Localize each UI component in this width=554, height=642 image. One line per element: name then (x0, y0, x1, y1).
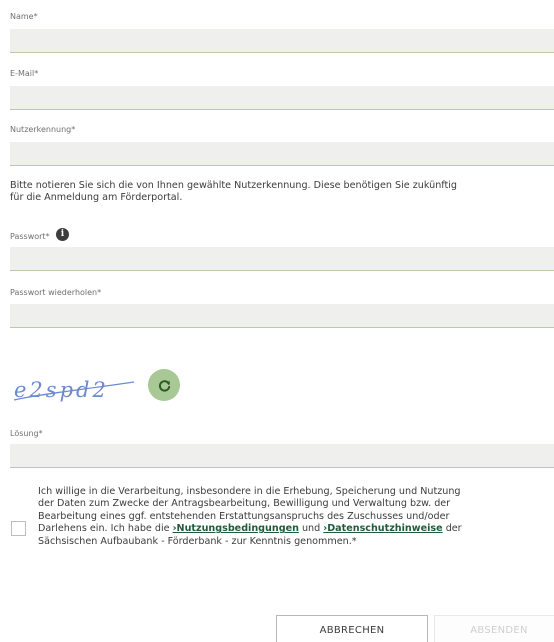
captcha-image: e2spd2 (13, 378, 135, 402)
info-icon[interactable]: i (56, 228, 69, 241)
consent-line4-middle: und (298, 523, 324, 535)
solution-label: Lösung* (10, 429, 43, 438)
username-hint-line1: Bitte notieren Sie sich die von Ihnen ge… (10, 180, 458, 191)
captcha-refresh-button[interactable] (148, 369, 180, 401)
username-label: Nutzerkennung* (10, 125, 76, 134)
username-hint-line2: für die Anmeldung am Förderportal. (10, 192, 183, 203)
consent-line1: Ich willige in die Verarbeitung, insbeso… (38, 486, 461, 497)
consent-checkbox[interactable] (11, 521, 26, 536)
cancel-button[interactable]: ABBRECHEN (276, 615, 428, 642)
captcha-text: e2spd2 (14, 378, 109, 402)
username-hint: Bitte notieren Sie sich die von Ihnen ge… (10, 180, 554, 204)
password-repeat-input[interactable] (10, 304, 554, 328)
consent-line3: Bearbeitung eines ggf. entstehenden Erst… (38, 510, 450, 522)
terms-link[interactable]: ›Nutzungsbedingungen (173, 523, 299, 534)
consent-text: Ich willige in die Verarbeitung, insbeso… (38, 486, 554, 548)
password-input[interactable] (10, 247, 554, 271)
consent-line2: der Daten zum Zwecke der Antragsbearbeit… (38, 498, 451, 510)
email-label: E-Mail* (10, 69, 39, 78)
username-input[interactable] (10, 142, 554, 166)
email-input[interactable] (10, 86, 554, 110)
name-input[interactable] (10, 29, 554, 53)
refresh-icon (158, 379, 170, 392)
password-repeat-label: Passwort wiederholen* (10, 288, 102, 297)
solution-input[interactable] (10, 444, 554, 468)
consent-line5: Sächsischen Aufbaubank - Förderbank - zu… (38, 535, 357, 547)
consent-line4-suffix: der (442, 523, 462, 535)
registration-form: Name* E-Mail* Nutzerkennung* Bitte notie… (0, 0, 554, 642)
password-label: Passwort* (10, 232, 50, 241)
submit-button[interactable]: ABSENDEN (434, 615, 554, 642)
privacy-link[interactable]: ›Datenschutzhinweise (323, 523, 442, 534)
name-label: Name* (10, 12, 38, 21)
consent-line4: Darlehens ein. Ich habe die ›Nutzungsbed… (38, 523, 554, 535)
consent-line4-prefix: Darlehens ein. Ich habe die (38, 523, 173, 535)
